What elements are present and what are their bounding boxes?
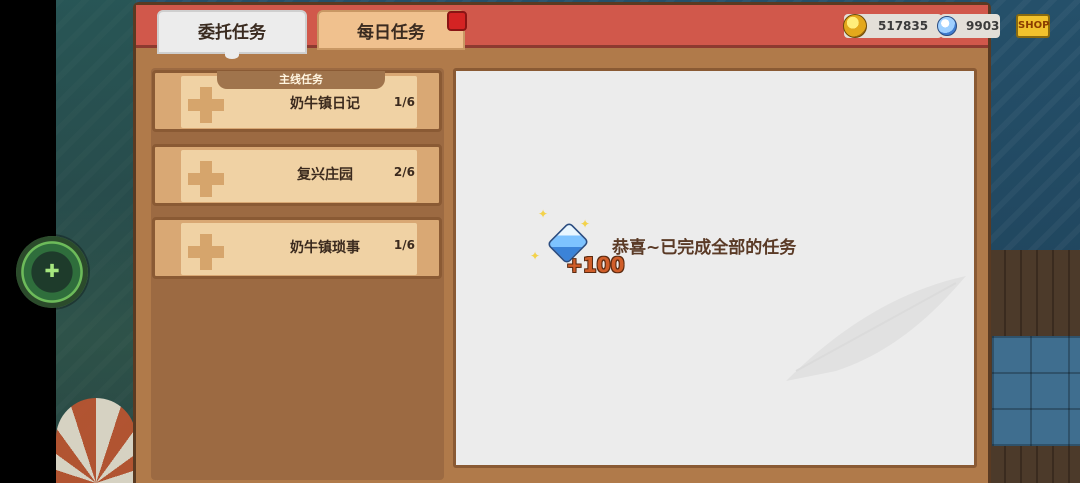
quest-item[interactable]: 奶牛镇琐事 1/6 (152, 217, 442, 279)
tab-daily-quests[interactable]: 每日任务 (317, 10, 465, 50)
background-tiles (992, 336, 1080, 446)
coin-value: 517835 (878, 19, 929, 33)
coin-counter: 517835 (843, 14, 942, 38)
gem-icon (937, 16, 957, 36)
quest-progress: 2/6 (393, 165, 415, 179)
quest-item[interactable]: 复兴庄园 2/6 (152, 144, 442, 206)
gem-value: 9903 (966, 19, 1000, 33)
main-quest-ribbon: 主线任务 (217, 71, 385, 89)
quest-detail-area: ✦ ✦ ✦ +100 恭喜~已完成全部的任务 (453, 68, 977, 468)
shop-button[interactable]: SHOP (1016, 14, 1050, 38)
gem-counter: 9903 (937, 14, 1000, 38)
coin-icon (843, 14, 867, 38)
completion-message: 恭喜~已完成全部的任务 (612, 238, 797, 258)
quest-progress: 1/6 (393, 238, 415, 252)
background-umbrella (56, 398, 136, 483)
tab-commission-quests[interactable]: 委托任务 (157, 10, 307, 59)
quest-progress: 1/6 (393, 95, 415, 109)
feather-watermark-icon (786, 276, 966, 381)
quest-item[interactable]: 主线任务 奶牛镇日记 1/6 (152, 70, 442, 132)
quest-panel: 委托任务 每日任务 517835 9903 SHOP 主线任务 奶牛镇日记 1/… (133, 2, 1050, 483)
notification-dot (447, 11, 467, 31)
game-assistant-button[interactable]: ✚ (16, 236, 88, 308)
gamepad-icon: ✚ (44, 261, 60, 282)
sparkle-icon: ✦ (530, 249, 541, 263)
